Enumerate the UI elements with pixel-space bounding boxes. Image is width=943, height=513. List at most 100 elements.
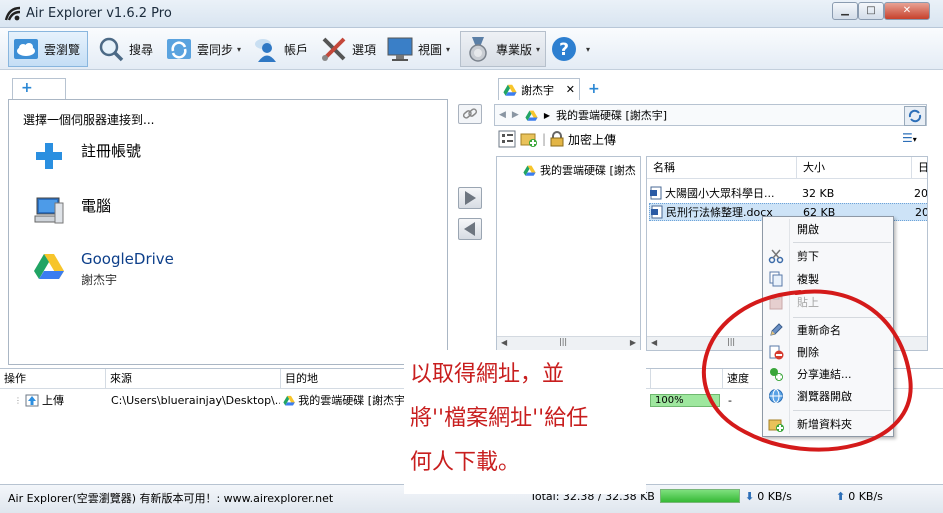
- server-selection-panel: 選擇一個伺服器連接到... 註冊帳號 電腦 GoogleDrive 謝杰宇: [8, 99, 448, 365]
- chevron-down-icon: ▾: [586, 44, 591, 54]
- menu-item-new-folder[interactable]: 新增資料夾: [765, 414, 891, 434]
- view-mode-button[interactable]: ☰▾: [902, 131, 917, 145]
- menu-item-label: 剪下: [797, 250, 819, 263]
- help-button[interactable]: ? ▾: [550, 31, 590, 67]
- download-speed: ⬇ 0 KB/s: [745, 490, 792, 503]
- menu-item-paste[interactable]: 貼上: [765, 292, 891, 312]
- file-date: 20: [914, 186, 928, 200]
- refresh-button[interactable]: [904, 106, 926, 126]
- column-header-name[interactable]: 名稱: [647, 157, 797, 179]
- menu-item-label: 刪除: [797, 346, 819, 359]
- pencil-icon: [770, 323, 783, 336]
- search-icon: [99, 37, 124, 62]
- new-folder-icon[interactable]: [520, 130, 538, 148]
- menu-item-cut[interactable]: 剪下: [765, 246, 891, 266]
- encrypted-upload-button[interactable]: 加密上傳: [568, 131, 616, 148]
- google-drive-tab[interactable]: 謝杰宇 ✕: [498, 78, 580, 100]
- breadcrumb-path[interactable]: 我的雲端硬碟 [謝杰宇]: [556, 107, 667, 123]
- transfer-destination: 我的雲端硬碟 [謝杰宇: [283, 391, 405, 409]
- menu-item-delete[interactable]: 刪除: [765, 342, 891, 362]
- list-view-icon: ☰: [902, 131, 913, 145]
- menu-item-label: 貼上: [797, 296, 819, 309]
- menu-item-share-link[interactable]: 分享連結...: [765, 364, 891, 384]
- update-notice[interactable]: Air Explorer(空雲瀏覽器) 有新版本可用！: www.airexpl…: [8, 490, 333, 506]
- transfer-operation[interactable]: ⋮ 上傳: [14, 391, 104, 409]
- medal-icon: [469, 37, 487, 62]
- operation-label: 上傳: [42, 394, 64, 407]
- accounts-button[interactable]: 帳戶: [252, 31, 308, 67]
- source-path: C:\Users\bluerainjay\Desktop\...: [111, 393, 280, 407]
- google-drive-icon: [283, 395, 295, 405]
- options-button[interactable]: 選項: [320, 31, 376, 67]
- view-label: 視圖: [418, 42, 443, 57]
- close-tab-icon[interactable]: ✕: [566, 83, 575, 96]
- transfer-progress-bar: 100%: [650, 394, 720, 407]
- cloud-sync-label: 雲同步: [197, 42, 234, 57]
- left-pane: + 選擇一個伺服器連接到... 註冊帳號 電腦 GoogleDrive 謝杰宇: [8, 76, 448, 366]
- address-bar: ◀ ▶ ▶ 我的雲端硬碟 [謝杰宇]: [494, 104, 927, 126]
- google-drive-account-item[interactable]: GoogleDrive 謝杰宇: [33, 250, 174, 288]
- monitor-icon: [387, 37, 413, 61]
- maximize-button[interactable]: □: [858, 2, 884, 20]
- cloud-browse-button[interactable]: 雲瀏覽: [8, 31, 88, 67]
- forward-icon[interactable]: ▶: [512, 110, 519, 120]
- tree-item-my-drive[interactable]: 我的雲端硬碟 [謝杰: [523, 162, 641, 178]
- main-toolbar: 雲瀏覽 搜尋 雲同步 ▾ 帳戶 選項 視圖 ▾ 專業版 ▾ ? ▾: [0, 28, 943, 70]
- menu-item-label: 複製: [797, 273, 819, 286]
- pro-version-button[interactable]: 專業版 ▾: [460, 31, 546, 67]
- word-document-icon: [651, 205, 663, 219]
- menu-item-label: 瀏覽器開啟: [797, 390, 852, 403]
- chevron-down-icon: ▾: [912, 135, 917, 144]
- annotation-line: 以取得網址，並: [410, 362, 565, 387]
- tools-icon: [322, 37, 346, 61]
- plus-icon: [36, 143, 62, 169]
- close-window-button[interactable]: ✕: [884, 2, 930, 20]
- menu-item-rename[interactable]: 重新命名: [765, 320, 891, 340]
- menu-item-open-browser[interactable]: 瀏覽器開啟: [765, 386, 891, 406]
- computer-label: 電腦: [81, 197, 112, 215]
- pro-version-label: 專業版: [496, 42, 533, 57]
- menu-item-copy[interactable]: 複製: [765, 269, 891, 289]
- column-header-source[interactable]: 來源: [106, 369, 281, 389]
- chevron-down-icon: ▾: [446, 44, 451, 54]
- add-tab-icon[interactable]: +: [588, 81, 600, 97]
- menu-item-label: 重新命名: [797, 324, 841, 337]
- google-drive-username: 謝杰宇: [81, 273, 118, 287]
- computer-item[interactable]: 電腦: [33, 195, 111, 227]
- delete-icon: [769, 345, 784, 360]
- chevron-down-icon: ▾: [237, 44, 242, 54]
- column-header-size[interactable]: 大小: [797, 157, 912, 179]
- column-header-operation[interactable]: 操作: [0, 369, 106, 389]
- menu-item-label: 開啟: [797, 223, 819, 236]
- total-progress-bar: [660, 489, 740, 503]
- file-row[interactable]: 大陽國小大眾科學日... 32 KB 20: [649, 184, 928, 202]
- search-button[interactable]: 搜尋: [97, 31, 153, 67]
- tree-horizontal-scrollbar[interactable]: ◀ ||| ▶: [497, 336, 640, 350]
- google-drive-label: GoogleDrive: [81, 250, 174, 268]
- column-header-date[interactable]: 日: [912, 157, 927, 179]
- title-bar: Air Explorer v1.6.2 Pro ▁ □ ✕: [0, 0, 943, 28]
- back-icon[interactable]: ◀: [499, 110, 506, 120]
- link-panes-button[interactable]: [458, 104, 482, 124]
- menu-item-open[interactable]: 開啟: [765, 219, 891, 239]
- add-tab-button[interactable]: +: [12, 78, 66, 100]
- link-icon: [462, 108, 478, 119]
- arrow-up-icon: ⬆: [836, 490, 846, 503]
- scissors-icon: [768, 249, 784, 264]
- tree-view-icon[interactable]: [498, 130, 516, 148]
- share-link-icon: [770, 368, 783, 381]
- new-folder-icon: [768, 419, 784, 432]
- user-account-icon: [255, 39, 276, 62]
- copy-right-button[interactable]: [458, 187, 482, 209]
- transfer-source: C:\Users\bluerainjay\Desktop\...: [108, 391, 280, 409]
- register-account-item[interactable]: 註冊帳號: [33, 140, 141, 172]
- cloud-sync-button[interactable]: 雲同步 ▾: [165, 31, 241, 67]
- view-button[interactable]: 視圖 ▾: [386, 31, 450, 67]
- svg-text:?: ?: [559, 40, 569, 60]
- column-header-progress[interactable]: [651, 369, 723, 389]
- help-icon: ?: [552, 37, 576, 61]
- google-drive-icon: [523, 165, 536, 176]
- arrow-left-icon: [464, 222, 475, 236]
- minimize-button[interactable]: ▁: [832, 2, 858, 20]
- copy-left-button[interactable]: [458, 218, 482, 240]
